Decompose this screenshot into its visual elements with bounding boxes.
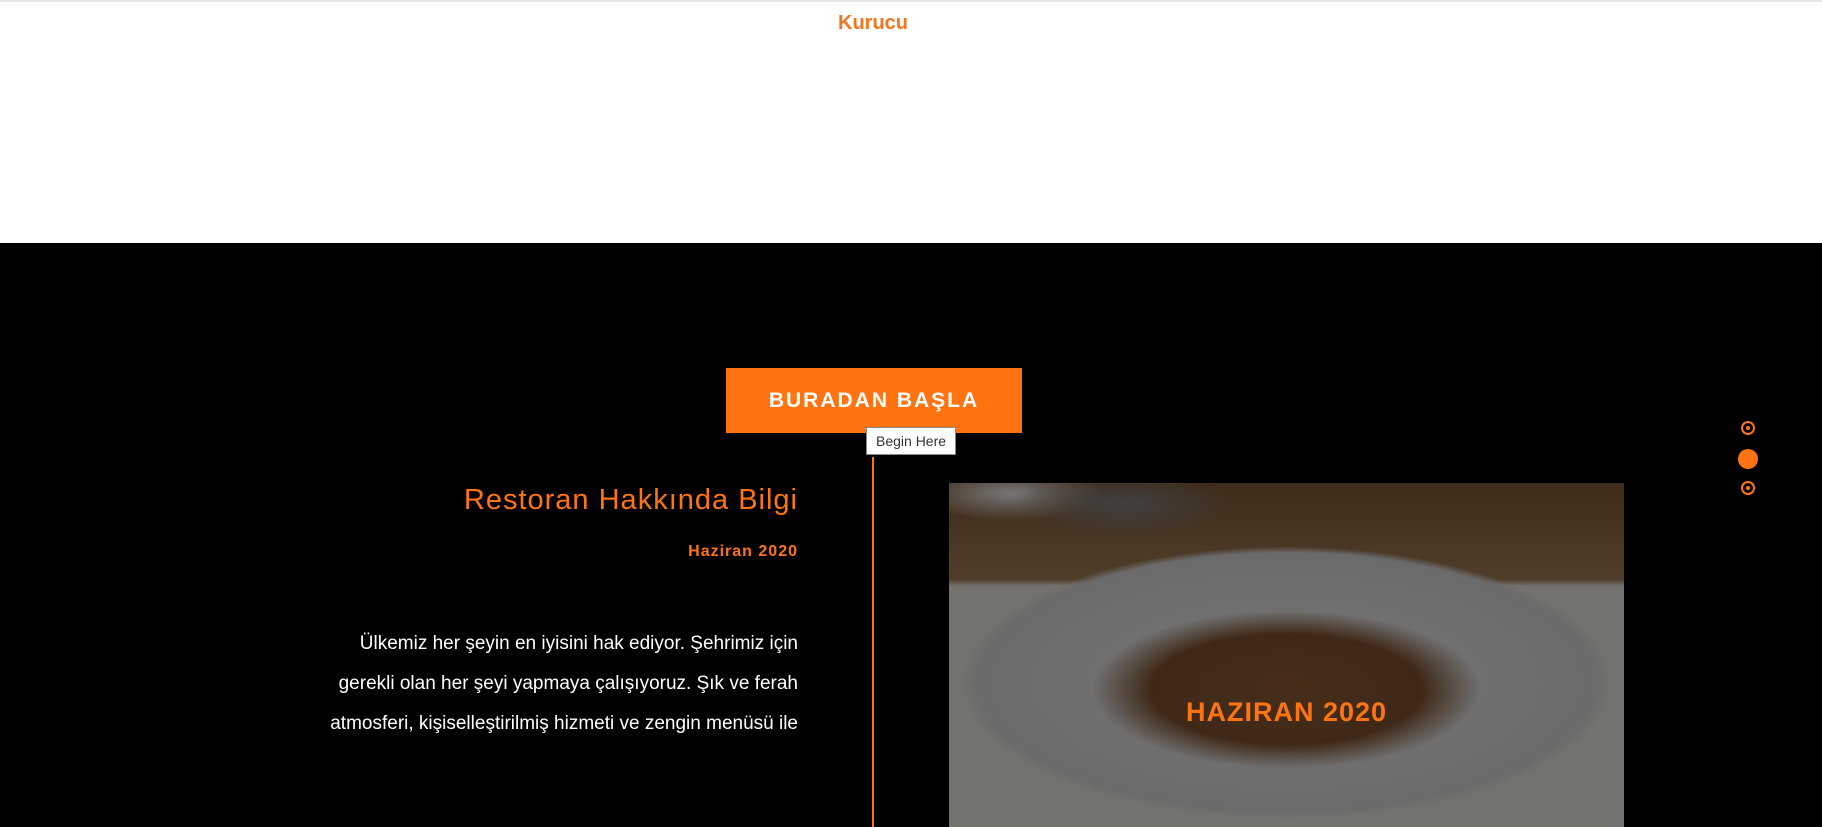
image-overlay: [949, 483, 1624, 827]
timeline-entry-body-line: gerekli olan her şeyi yapmaya çalışıyoru…: [338, 673, 798, 694]
timeline-entry-title: Restoran Hakkında Bilgi: [463, 484, 798, 516]
timeline-entry-image[interactable]: HAZIRAN 2020: [949, 483, 1624, 827]
scroll-nav-dot-1[interactable]: [1741, 421, 1755, 435]
timeline-line: [872, 457, 874, 827]
image-caption: HAZIRAN 2020: [1185, 697, 1388, 727]
start-here-button[interactable]: BURADAN BAŞLA: [726, 368, 1022, 433]
founder-section: Kurucu: [0, 0, 1822, 243]
scroll-nav-dot-3[interactable]: [1741, 481, 1755, 495]
timeline-entry-body: Ülkemiz her şeyin en iyisini hak ediyor.…: [238, 624, 798, 744]
timeline-entry-body-line: atmosferi, kişiselleştirilmiş hizmeti ve…: [330, 713, 798, 734]
timeline-entry-date: Haziran 2020: [688, 543, 798, 560]
scroll-nav-dot-2-active[interactable]: [1738, 449, 1758, 469]
founder-label: Kurucu: [838, 12, 908, 34]
start-here-tooltip: Begin Here: [866, 427, 957, 455]
timeline-entry-body-line: Ülkemiz her şeyin en iyisini hak ediyor.…: [359, 633, 798, 654]
